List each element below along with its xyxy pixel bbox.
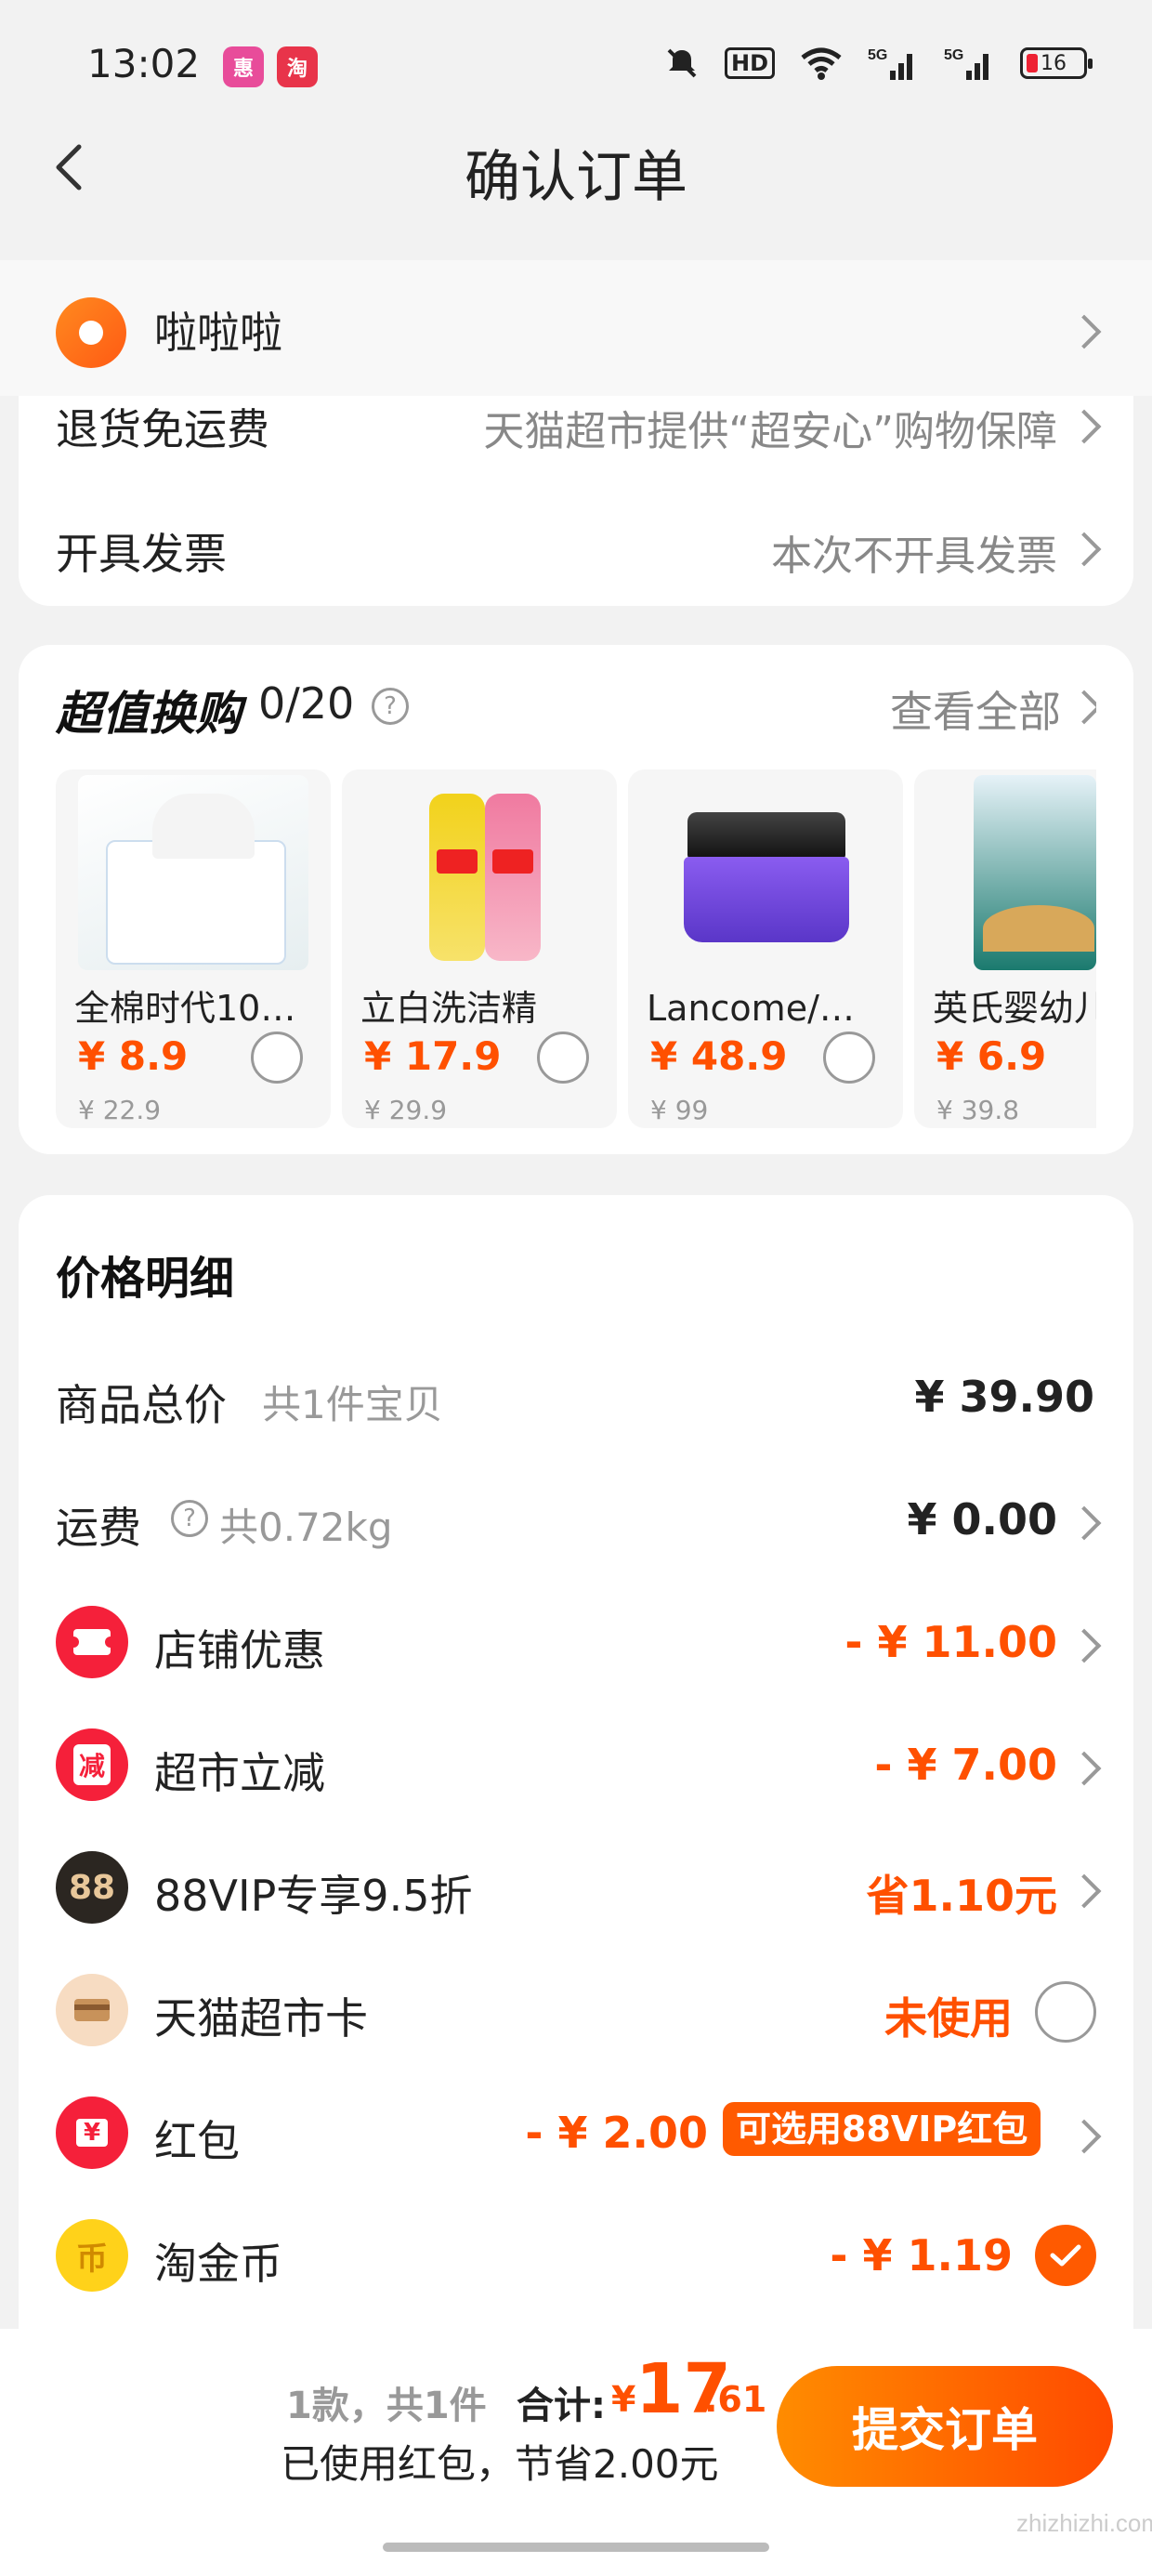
product-name: 立白洗洁精 (360, 988, 538, 1029)
row-label: 店铺优惠 (154, 1625, 325, 1676)
home-indicator[interactable] (383, 2543, 769, 2552)
total-currency: ¥ (611, 2379, 636, 2420)
row-sub: 共1件宝贝 (262, 1382, 443, 1427)
row-label: 开具发票 (56, 529, 227, 579)
app-notification-icon: 惠 (223, 46, 264, 87)
product-original-price: ¥ 22.9 (78, 1095, 162, 1125)
market-card-radio[interactable] (1035, 1981, 1096, 2043)
5g-signal-icon: 5G (944, 47, 988, 80)
price-detail-title: 价格明细 (56, 1253, 235, 1305)
jian-icon: 减 (56, 1728, 128, 1801)
product-name: Lancome/兰... (647, 988, 888, 1029)
item-count: 1款，共1件 (286, 2385, 487, 2427)
product-name: 全棉时代100... (74, 988, 316, 1029)
address-name: 啦啦啦 (154, 308, 282, 358)
hd-icon: HD (724, 47, 775, 79)
row-label: 红包 (154, 2116, 240, 2166)
vip-red-packet-tag[interactable]: 可选用88VIP红包 (723, 2102, 1041, 2156)
check-icon (1050, 2244, 1081, 2267)
row-value: - ¥ 2.00 (525, 2108, 708, 2158)
product-original-price: ¥ 39.8 (936, 1095, 1020, 1125)
row-label: 商品总价 (56, 1380, 227, 1430)
nav-bar: 确认订单 (0, 121, 1152, 214)
battery-icon: 16 (1020, 47, 1093, 79)
product-price: ¥ 8.9 (78, 1033, 189, 1079)
product-image-detergent (364, 775, 595, 970)
location-pin-icon (56, 297, 126, 368)
product-card[interactable]: 立白洗洁精 ¥ 17.9 ¥ 29.9 (342, 769, 617, 1128)
product-original-price: ¥ 99 (650, 1095, 709, 1125)
product-card[interactable]: 全棉时代100... ¥ 8.9 ¥ 22.9 (56, 769, 331, 1128)
row-label: 运费 (56, 1503, 141, 1553)
watermark: zhizhizhi.com (1016, 2509, 1152, 2537)
coin-icon: 币 (56, 2219, 128, 2292)
5g-signal-icon: 5G (868, 47, 912, 80)
svg-text:5G: 5G (868, 47, 887, 63)
status-bar: 13:02 惠 淘 HD 5G 5G 16 (0, 0, 1152, 139)
red-packet-icon: ¥ (56, 2096, 128, 2169)
page-title: 确认订单 (465, 145, 687, 210)
help-icon[interactable]: ? (171, 1500, 208, 1537)
svg-text:5G: 5G (944, 47, 963, 63)
row-label: 88VIP专享9.5折 (154, 1871, 473, 1921)
total-label: 合计: (517, 2385, 606, 2427)
product-price: ¥ 48.9 (650, 1033, 788, 1079)
row-value: 本次不开具发票 (771, 532, 1057, 580)
status-icons: HD 5G 5G 16 (663, 45, 1093, 82)
row-value: 天猫超市提供“超安心”购物保障 (483, 408, 1057, 455)
product-price: ¥ 6.9 (936, 1033, 1047, 1079)
product-name: 英氏婴幼儿 (933, 988, 1096, 1029)
swap-title: 超值换购 (56, 687, 242, 741)
help-icon[interactable]: ? (372, 688, 409, 725)
gold-coin-checkbox[interactable] (1035, 2225, 1096, 2286)
submit-order-button[interactable]: 提交订单 (777, 2366, 1113, 2487)
ticket-icon (56, 1606, 128, 1678)
row-value: 未使用 (884, 1993, 1013, 2044)
battery-level: 16 (1041, 51, 1067, 75)
row-value: - ¥ 7.00 (874, 1740, 1057, 1790)
product-price: ¥ 17.9 (364, 1033, 502, 1079)
status-time: 13:02 (87, 41, 201, 86)
row-value: - ¥ 1.19 (830, 2230, 1013, 2280)
wifi-icon (801, 47, 842, 80)
product-image-tissue (78, 775, 308, 970)
saved-text: 已使用红包，节省2.00元 (281, 2441, 719, 2487)
product-original-price: ¥ 29.9 (364, 1095, 448, 1125)
product-select-radio[interactable] (251, 1032, 303, 1084)
product-image-lancome (650, 775, 881, 970)
row-sub: 共0.72kg (219, 1505, 393, 1550)
product-select-radio[interactable] (537, 1032, 589, 1084)
row-label: 淘金币 (154, 2239, 282, 2289)
row-value: 省1.10元 (866, 1871, 1058, 1921)
product-select-radio[interactable] (823, 1032, 875, 1084)
total-amount-dec: .61 (704, 2379, 767, 2420)
product-image-baby-food (974, 775, 1096, 970)
taobao-notification-icon: 淘 (277, 46, 318, 87)
product-card[interactable]: 英氏婴幼儿 ¥ 6.9 ¥ 39.8 (914, 769, 1096, 1128)
row-label: 退货免运费 (56, 404, 269, 454)
mute-icon (667, 48, 697, 78)
row-label: 天猫超市卡 (154, 1993, 368, 2044)
row-value: ¥ 39.90 (914, 1372, 1094, 1422)
row-value: - ¥ 11.00 (844, 1617, 1057, 1667)
view-all-label: 查看全部 (890, 687, 1061, 737)
88vip-icon: 88 (56, 1851, 128, 1924)
card-edge (1096, 645, 1133, 1154)
row-value: ¥ 0.00 (907, 1494, 1057, 1544)
row-label: 超市立减 (154, 1748, 325, 1798)
product-card[interactable]: Lancome/兰... ¥ 48.9 ¥ 99 (628, 769, 903, 1128)
card-icon (56, 1974, 128, 2046)
swap-count: 0/20 (258, 678, 355, 729)
